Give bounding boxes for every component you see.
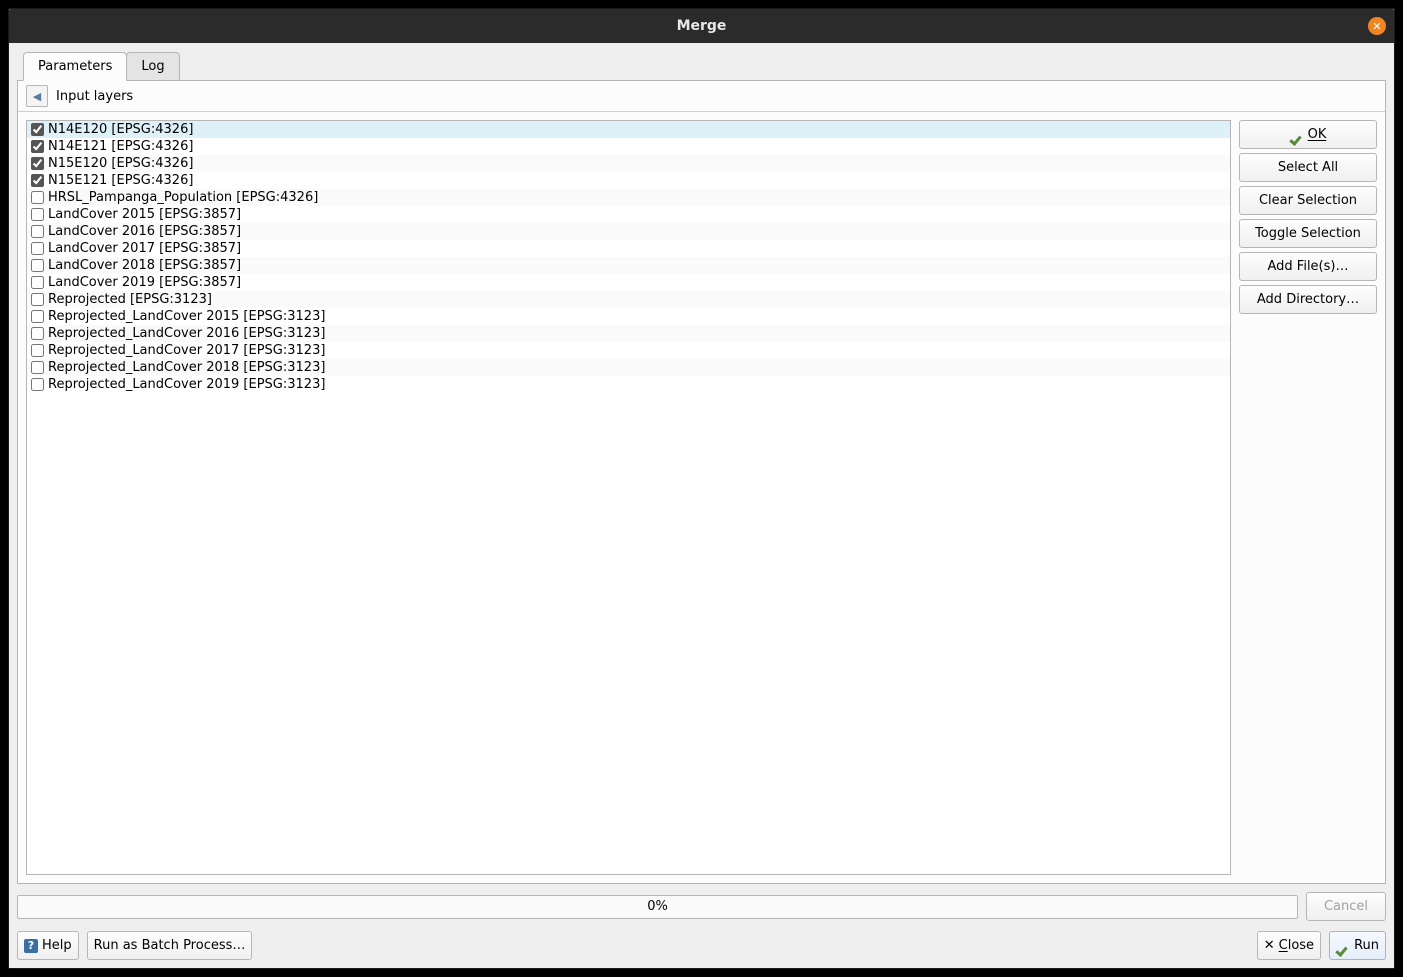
layer-row[interactable]: N15E121 [EPSG:4326] [27,172,1230,189]
ok-button[interactable]: OK [1239,120,1377,149]
tab-log-label: Log [141,59,164,74]
panel-title: Input layers [56,89,133,104]
help-label: Help [42,938,72,953]
layer-checkbox[interactable] [31,123,44,136]
clear-selection-button[interactable]: Clear Selection [1239,186,1377,215]
titlebar: Merge ✕ [9,9,1394,43]
layer-row[interactable]: LandCover 2019 [EPSG:3857] [27,274,1230,291]
layer-row[interactable]: LandCover 2016 [EPSG:3857] [27,223,1230,240]
help-button[interactable]: ? Help [17,931,79,960]
layer-checkbox[interactable] [31,208,44,221]
add-files-label: Add File(s)… [1268,259,1349,274]
layer-row[interactable]: N15E120 [EPSG:4326] [27,155,1230,172]
layer-checkbox[interactable] [31,174,44,187]
cancel-button: Cancel [1306,892,1386,921]
tab-parameters[interactable]: Parameters [23,52,127,81]
ok-label: OK [1308,127,1327,142]
layer-checkbox[interactable] [31,259,44,272]
layer-row[interactable]: Reprojected_LandCover 2016 [EPSG:3123] [27,325,1230,342]
back-button[interactable]: ◀ [26,85,48,107]
layer-row[interactable]: HRSL_Pampanga_Population [EPSG:4326] [27,189,1230,206]
layer-checkbox[interactable] [31,378,44,391]
progress-bar: 0% [17,895,1298,919]
toggle-selection-label: Toggle Selection [1255,226,1361,241]
layer-checkbox[interactable] [31,191,44,204]
cancel-label: Cancel [1324,899,1368,914]
layer-checkbox[interactable] [31,344,44,357]
layer-checkbox[interactable] [31,225,44,238]
tab-panel-parameters: ◀ Input layers N14E120 [EPSG:4326]N14E12… [17,80,1386,884]
layer-label: Reprojected_LandCover 2017 [EPSG:3123] [48,343,325,358]
x-icon: ✕ [1264,938,1275,953]
checkmark-icon [1290,128,1304,142]
layer-label: HRSL_Pampanga_Population [EPSG:4326] [48,190,318,205]
layer-row[interactable]: Reprojected_LandCover 2015 [EPSG:3123] [27,308,1230,325]
layer-list[interactable]: N14E120 [EPSG:4326] N14E121 [EPSG:4326] N1… [26,120,1231,875]
layer-row[interactable]: N14E121 [EPSG:4326] [27,138,1230,155]
add-directory-label: Add Directory… [1257,292,1359,307]
layer-row[interactable]: N14E120 [EPSG:4326] [27,121,1230,138]
panel-header: ◀ Input layers [18,81,1385,112]
layer-checkbox[interactable] [31,327,44,340]
close-icon: ✕ [1372,21,1381,32]
layer-row[interactable]: Reprojected [EPSG:3123] [27,291,1230,308]
add-directory-button[interactable]: Add Directory… [1239,285,1377,314]
layer-row[interactable]: Reprojected_LandCover 2018 [EPSG:3123] [27,359,1230,376]
layer-label: Reprojected_LandCover 2018 [EPSG:3123] [48,360,325,375]
layer-row[interactable]: Reprojected_LandCover 2017 [EPSG:3123] [27,342,1230,359]
layer-label: LandCover 2019 [EPSG:3857] [48,275,241,290]
checkmark-icon [1336,939,1350,953]
layer-label: Reprojected_LandCover 2019 [EPSG:3123] [48,377,325,392]
footer-buttons-row: ? Help Run as Batch Process… ✕ Close Run [17,931,1386,960]
layer-label: LandCover 2018 [EPSG:3857] [48,258,241,273]
side-button-column: OK Select All Clear Selection Toggle Sel… [1239,120,1377,875]
run-label: Run [1354,938,1379,953]
layer-checkbox[interactable] [31,310,44,323]
dialog-content: Parameters Log ◀ Input layers N14E120 [E… [9,43,1394,968]
add-files-button[interactable]: Add File(s)… [1239,252,1377,281]
tab-bar: Parameters Log [9,43,1394,80]
layer-label: Reprojected_LandCover 2016 [EPSG:3123] [48,326,325,341]
layer-label: LandCover 2015 [EPSG:3857] [48,207,241,222]
dialog-window: Merge ✕ Parameters Log ◀ Input layers N1… [8,8,1395,969]
window-title: Merge [677,18,727,34]
progress-row: 0% Cancel [17,892,1386,921]
toggle-selection-button[interactable]: Toggle Selection [1239,219,1377,248]
layer-label: LandCover 2016 [EPSG:3857] [48,224,241,239]
layer-label: N15E121 [EPSG:4326] [48,173,193,188]
window-close-button[interactable]: ✕ [1368,17,1386,35]
layer-row[interactable]: LandCover 2018 [EPSG:3857] [27,257,1230,274]
dialog-footer: 0% Cancel ? Help Run as Batch Process… ✕… [9,884,1394,968]
run-batch-button[interactable]: Run as Batch Process… [87,931,253,960]
select-all-label: Select All [1278,160,1338,175]
layer-checkbox[interactable] [31,361,44,374]
select-all-button[interactable]: Select All [1239,153,1377,182]
layer-checkbox[interactable] [31,242,44,255]
layer-label: LandCover 2017 [EPSG:3857] [48,241,241,256]
back-arrow-icon: ◀ [33,90,41,103]
panel-body: N14E120 [EPSG:4326] N14E121 [EPSG:4326] N1… [18,112,1385,883]
close-label: Close [1279,938,1314,953]
tab-parameters-label: Parameters [38,59,112,74]
layer-row[interactable]: LandCover 2015 [EPSG:3857] [27,206,1230,223]
run-batch-label: Run as Batch Process… [94,938,246,953]
layer-checkbox[interactable] [31,157,44,170]
layer-label: N15E120 [EPSG:4326] [48,156,193,171]
run-button[interactable]: Run [1329,931,1386,960]
help-icon: ? [24,939,38,953]
layer-checkbox[interactable] [31,140,44,153]
layer-checkbox[interactable] [31,276,44,289]
layer-label: Reprojected [EPSG:3123] [48,292,212,307]
layer-row[interactable]: Reprojected_LandCover 2019 [EPSG:3123] [27,376,1230,393]
layer-label: N14E120 [EPSG:4326] [48,122,193,137]
clear-selection-label: Clear Selection [1259,193,1357,208]
layer-row[interactable]: LandCover 2017 [EPSG:3857] [27,240,1230,257]
tab-log[interactable]: Log [126,52,179,81]
close-button[interactable]: ✕ Close [1257,931,1321,960]
layer-checkbox[interactable] [31,293,44,306]
progress-text: 0% [647,899,668,914]
layer-label: Reprojected_LandCover 2015 [EPSG:3123] [48,309,325,324]
layer-label: N14E121 [EPSG:4326] [48,139,193,154]
